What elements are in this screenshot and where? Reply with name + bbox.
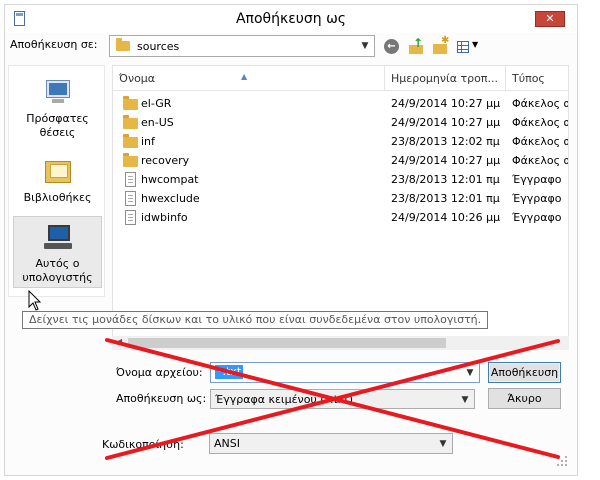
close-button[interactable]: ✕ (535, 11, 565, 27)
folder-icon (123, 96, 138, 110)
file-row[interactable]: recovery 24/9/2014 10:27 μμ Φάκελος α (113, 151, 569, 170)
filename-input[interactable]: *.txt ▼ (210, 362, 480, 383)
file-list[interactable]: Όνομα ▲ Ημερομηνία τροπ... Τύπος el-GR 24/… (112, 65, 569, 338)
place-computer-label: Αυτός ο υπολογιστής (22, 257, 93, 284)
place-recent[interactable]: Πρόσφατες θέσεις (13, 72, 102, 142)
file-date: 24/9/2014 10:26 μμ (391, 211, 501, 224)
save-type-value: Έγγραφα κειμένου (*.txt) (215, 393, 354, 406)
view-menu-icon[interactable]: ▼ (456, 38, 482, 56)
file-name: hwcompat (141, 173, 199, 186)
file-date: 24/9/2014 10:27 μμ (391, 116, 501, 129)
file-name: inf (141, 135, 155, 148)
back-icon[interactable]: ← (384, 38, 402, 56)
list-header: Όνομα ▲ Ημερομηνία τροπ... Τύπος (113, 66, 568, 91)
place-libraries[interactable]: Βιβλιοθήκες (13, 151, 102, 204)
column-name-label: Όνομα (119, 72, 156, 85)
scrollbar-thumb[interactable] (128, 338, 446, 348)
file-name: idwbinfo (141, 211, 188, 224)
mouse-cursor-icon (28, 290, 42, 312)
file-type: Φάκελος α (512, 135, 569, 148)
file-row[interactable]: inf 23/8/2013 12:02 πμ Φάκελος α (113, 132, 569, 151)
document-icon (125, 210, 136, 225)
column-header-date[interactable]: Ημερομηνία τροπ... (385, 66, 506, 91)
chevron-down-icon[interactable]: ▼ (358, 39, 372, 53)
folder-icon (116, 38, 130, 51)
file-date: 23/8/2013 12:02 πμ (391, 135, 500, 148)
save-in-value: sources (137, 40, 180, 53)
file-date: 23/8/2013 12:01 πμ (391, 173, 500, 186)
column-header-name[interactable]: Όνομα ▲ (113, 66, 385, 91)
new-folder-icon[interactable]: ✱ (432, 35, 450, 56)
up-folder-icon[interactable]: ↑ (408, 36, 426, 56)
file-date: 24/9/2014 10:27 μμ (391, 97, 501, 110)
encoding-select[interactable]: ANSI ▼ (209, 433, 453, 454)
resize-grip-icon[interactable] (557, 456, 569, 468)
file-date: 23/8/2013 12:01 πμ (391, 192, 500, 205)
filename-value: *.txt (215, 365, 244, 379)
place-libraries-label: Βιβλιοθήκες (23, 191, 92, 204)
column-header-type[interactable]: Τύπος (506, 66, 568, 91)
save-type-select[interactable]: Έγγραφα κειμένου (*.txt) ▼ (210, 389, 475, 409)
file-name: el-GR (141, 97, 172, 110)
filename-label: Όνομα αρχείου: (116, 366, 203, 379)
file-row[interactable]: en-US 24/9/2014 10:27 μμ Φάκελος α (113, 113, 569, 132)
computer-icon (42, 223, 74, 253)
chevron-down-icon[interactable]: ▼ (463, 366, 477, 380)
file-name: hwexclude (141, 192, 200, 205)
file-type: Έγγραφο (512, 173, 562, 186)
libraries-icon (42, 157, 74, 187)
places-bar: Πρόσφατες θέσεις Βιβλιοθήκες Αυτός ο υπο… (8, 65, 105, 297)
file-type: Έγγραφο (512, 192, 562, 205)
chevron-down-icon[interactable]: ▼ (436, 437, 450, 451)
file-row[interactable]: el-GR 24/9/2014 10:27 μμ Φάκελος α (113, 94, 569, 113)
recent-places-icon (42, 78, 74, 108)
save-in-combo[interactable]: sources ▼ (109, 35, 375, 57)
save-type-label: Αποθήκευση ως: (116, 392, 207, 405)
place-computer[interactable]: Αυτός ο υπολογιστής (13, 216, 102, 288)
file-type: Φάκελος α (512, 97, 569, 110)
scroll-left-icon[interactable]: ◀ (116, 337, 122, 346)
file-type: Έγγραφο (512, 211, 562, 224)
save-in-label: Αποθήκευση σε: (10, 38, 98, 51)
file-date: 24/9/2014 10:27 μμ (391, 154, 501, 167)
window-title: Αποθήκευση ως (235, 11, 347, 27)
file-name: recovery (141, 154, 190, 167)
document-icon (125, 191, 136, 206)
folder-icon (123, 134, 138, 148)
tooltip: Δείχνει τις μονάδες δίσκων και το υλικό … (22, 311, 489, 329)
encoding-label: Κωδικοποίηση: (102, 438, 184, 451)
file-row[interactable]: idwbinfo 24/9/2014 10:26 μμ Έγγραφο (113, 208, 568, 227)
file-type: Φάκελος α (512, 116, 569, 129)
file-row[interactable]: hwcompat 23/8/2013 12:01 πμ Έγγραφο (113, 170, 568, 189)
file-type: Φάκελος α (512, 154, 569, 167)
folder-icon (123, 115, 138, 129)
cancel-button[interactable]: Άκυρο (488, 388, 561, 409)
title-bar[interactable]: Αποθήκευση ως ✕ (5, 5, 577, 33)
save-button[interactable]: Αποθήκευση (488, 362, 561, 383)
encoding-value: ANSI (214, 437, 240, 450)
horizontal-scrollbar[interactable]: ◀ (112, 336, 569, 350)
file-name: en-US (141, 116, 174, 129)
file-row[interactable]: hwexclude 23/8/2013 12:01 πμ Έγγραφο (113, 189, 568, 208)
document-icon (125, 172, 136, 187)
sort-up-icon: ▲ (241, 72, 248, 81)
folder-icon (123, 153, 138, 167)
place-recent-label: Πρόσφατες θέσεις (26, 112, 89, 139)
chevron-down-icon[interactable]: ▼ (458, 393, 472, 407)
